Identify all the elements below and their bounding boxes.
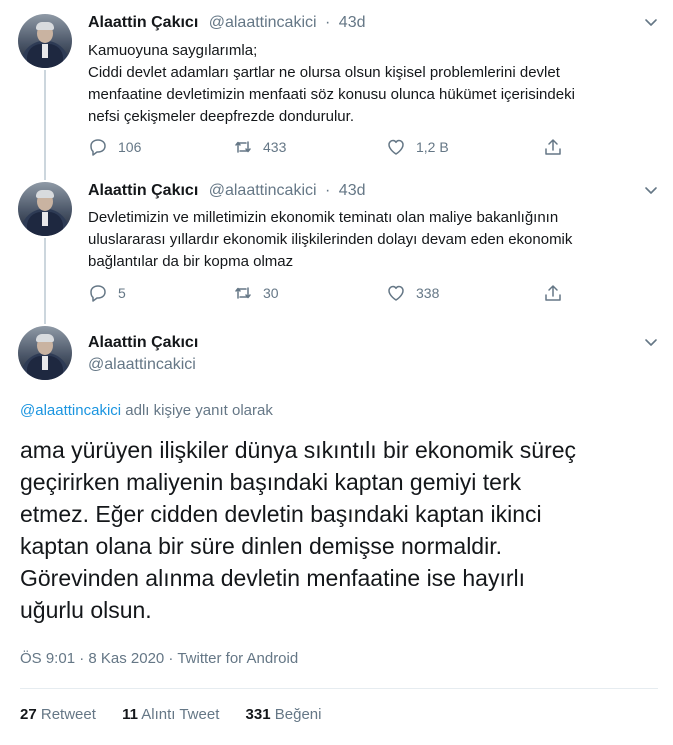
reply-to-label: adlı kişiye yanıt olarak [121,402,273,419]
tweet-time[interactable]: 43d [339,182,366,199]
tweet-line: bağlantılar da bir kopma olmaz [88,253,294,270]
separator: · [325,14,331,31]
share-button[interactable] [543,283,563,303]
reply-count: 106 [118,139,142,155]
tweet-actions: 106 433 1,2 B [88,137,568,161]
reply-icon [90,139,106,156]
reply-icon [90,285,106,302]
caret-down-icon[interactable] [643,334,659,350]
main-tweet-line: ama yürüyen ilişkiler dünya sıkıntılı bi… [20,437,577,463]
retweet-icon [235,287,251,299]
retweet-stat[interactable]: 27 Retweet [20,706,96,723]
tweet-2[interactable]: Alaattin Çakıcı @alaattincakici · 43d De… [0,172,673,320]
like-icon [388,285,404,301]
like-icon [388,139,404,155]
main-tweet-line: uğurlu olsun. [20,597,152,623]
tweet-line: Devletimizin ve milletimizin ekonomik te… [88,209,559,226]
retweet-stat-count: 27 [20,706,37,723]
caret-down-icon[interactable] [643,14,659,30]
main-tweet-line: kaptan olana bir süre dinlen demişse nor… [20,533,502,559]
reply-button[interactable]: 5 [88,283,126,303]
author-handle[interactable]: @alaattincakici [209,182,317,199]
caret-down-icon[interactable] [643,182,659,198]
divider [20,688,658,689]
tweet-actions: 5 30 338 [88,283,568,307]
tweet-1[interactable]: Alaattin Çakıcı @alaattincakici · 43d Ka… [0,0,673,172]
quote-stat-count: 11 [122,706,138,723]
author-name[interactable]: Alaattin Çakıcı [88,182,198,199]
tweet-meta[interactable]: ÖS 9:01 · 8 Kas 2020 · Twitter for Andro… [20,650,298,667]
like-count: 338 [416,285,440,301]
main-avatar[interactable] [18,326,72,380]
retweet-icon [235,141,251,153]
tweet-header: Alaattin Çakıcı @alaattincakici · 43d [88,14,366,32]
reply-to-link[interactable]: @alaattincakici [20,402,121,419]
separator: · [325,182,331,199]
tweet-text: Kamuoyuna saygılarımla; Ciddi devlet ada… [88,40,648,128]
quote-stat-label: Alıntı Tweet [141,706,220,723]
reply-button[interactable]: 106 [88,137,141,157]
tweet-header: Alaattin Çakıcı @alaattincakici · 43d [88,182,366,200]
retweet-button[interactable]: 433 [233,137,286,157]
tweet-line: uluslararası yıllardır ekonomik ilişkile… [88,231,573,248]
tweet-time[interactable]: 43d [339,14,366,31]
tweet-text: Devletimizin ve milletimizin ekonomik te… [88,207,648,273]
tweet-stats: 27 Retweet 11 Alıntı Tweet 331 Beğeni [20,706,343,723]
like-count: 1,2 B [416,139,449,155]
reply-count: 5 [118,285,126,301]
like-button[interactable]: 1,2 B [386,137,449,157]
tweet-line: nefsi çekişmeler deepfrezde dondurulur. [88,108,354,125]
share-icon [545,285,561,301]
main-tweet-text: ama yürüyen ilişkiler dünya sıkıntılı bi… [20,434,660,626]
avatar[interactable] [18,182,72,236]
share-button[interactable] [543,137,563,157]
author-name[interactable]: Alaattin Çakıcı [88,14,198,31]
main-author-handle[interactable]: @alaattincakici [88,356,196,374]
main-tweet-line: geçirirken maliyenin başındaki kaptan ge… [20,469,522,495]
share-icon [545,139,561,155]
retweet-count: 30 [263,285,279,301]
quote-stat[interactable]: 11 Alıntı Tweet [122,706,219,723]
retweet-button[interactable]: 30 [233,283,279,303]
main-tweet-line: etmez. Eğer cidden devletin başındaki ka… [20,501,542,527]
author-handle[interactable]: @alaattincakici [209,14,317,31]
like-button[interactable]: 338 [386,283,439,303]
tweet-line: Ciddi devlet adamları şartlar ne olursa … [88,64,560,81]
like-stat-label: Beğeni [274,706,322,723]
main-author-name[interactable]: Alaattin Çakıcı [88,334,198,352]
main-tweet-line: Görevinden alınma devletin menfaatine is… [20,565,526,591]
tweet-line: menfaatine devletimizin menfaati söz kon… [88,86,575,103]
replying-to: @alaattincakici adlı kişiye yanıt olarak [20,402,273,419]
like-stat[interactable]: 331 Beğeni [246,706,322,723]
tweet-line: Kamuoyuna saygılarımla; [88,42,258,59]
like-stat-count: 331 [245,706,271,723]
avatar[interactable] [18,14,72,68]
retweet-count: 433 [263,139,287,155]
retweet-stat-label: Retweet [40,706,96,723]
